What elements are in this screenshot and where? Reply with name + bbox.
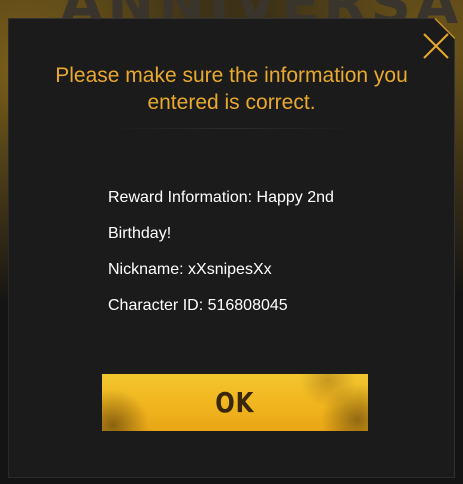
dialog-heading: Please make sure the information you ent… [55, 64, 408, 114]
ok-button-label: OK [215, 386, 255, 419]
ok-button[interactable]: OK [102, 374, 368, 431]
screen: ANNIVERSARY Please make sure the informa… [0, 0, 463, 484]
info-block: Reward Information: Happy 2nd Birthday! … [108, 180, 408, 324]
reward-info-line1: Reward Information: Happy 2nd [108, 189, 334, 206]
close-icon [423, 33, 449, 59]
nickname-text: Nickname: xXsnipesXx [108, 261, 272, 278]
character-id-text: Character ID: 516808045 [108, 297, 288, 314]
close-button[interactable] [421, 31, 451, 61]
divider [104, 128, 360, 129]
reward-info-line2: Birthday! [108, 225, 172, 242]
